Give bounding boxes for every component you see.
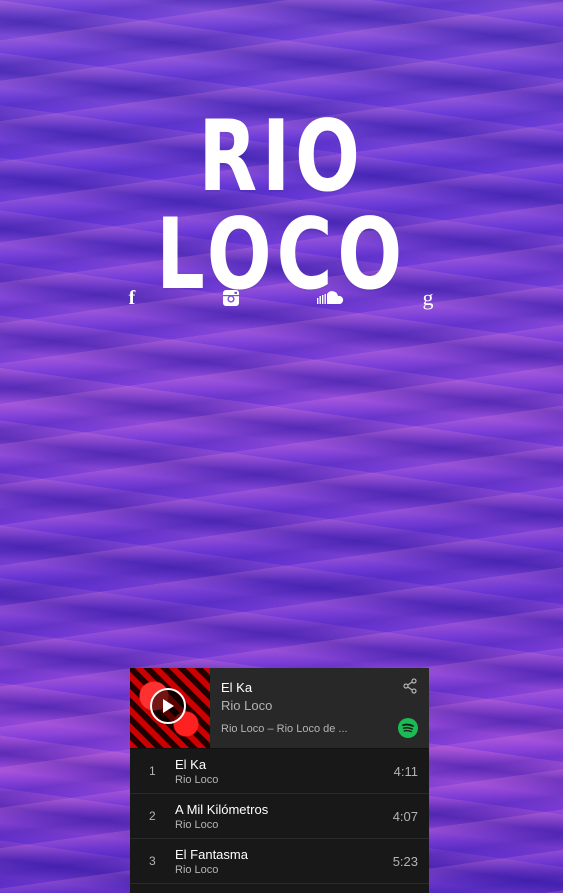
social-links: f g: [0, 285, 563, 311]
google-link[interactable]: g: [415, 285, 441, 311]
soundcloud-link[interactable]: [315, 285, 345, 311]
track-number: 1: [149, 764, 156, 778]
soundcloud-icon: [317, 291, 344, 304]
hero-title: RIO LOCO: [156, 100, 407, 312]
track-title: A Mil Kilómetros: [175, 802, 269, 817]
player-header: El Ka Rio Loco Rio Loco – Rio Loco de ..…: [130, 668, 429, 749]
track-row[interactable]: 1 El Ka Rio Loco 4:11: [130, 749, 429, 794]
spotify-icon: [402, 723, 414, 733]
instagram-icon: [223, 290, 239, 306]
play-icon: [163, 699, 174, 713]
track-number: 3: [149, 854, 156, 868]
track-artist: Rio Loco: [175, 819, 219, 831]
now-playing-title[interactable]: El Ka: [221, 680, 252, 695]
track-list: 1 El Ka Rio Loco 4:11 2 A Mil Kilómetros…: [130, 749, 429, 884]
album-cover: [130, 668, 210, 748]
share-icon: [403, 678, 417, 694]
google-icon: g: [422, 285, 434, 310]
facebook-icon: f: [128, 286, 136, 309]
track-duration: 5:23: [392, 854, 418, 869]
play-button[interactable]: [150, 688, 186, 724]
facebook-link[interactable]: f: [119, 285, 145, 311]
track-artist: Rio Loco: [175, 864, 219, 876]
spotify-player: El Ka Rio Loco Rio Loco – Rio Loco de ..…: [130, 668, 429, 893]
track-number: 2: [149, 809, 156, 823]
track-title: El Ka: [175, 757, 207, 772]
track-row[interactable]: 2 A Mil Kilómetros Rio Loco 4:07: [130, 794, 429, 839]
track-row[interactable]: 3 El Fantasma Rio Loco 5:23: [130, 839, 429, 884]
track-duration: 4:07: [392, 809, 418, 824]
track-artist: Rio Loco: [175, 774, 219, 786]
instagram-link[interactable]: [218, 285, 244, 311]
share-button[interactable]: [402, 678, 418, 694]
track-duration: 4:11: [393, 764, 418, 779]
track-title: El Fantasma: [175, 847, 248, 862]
now-playing-artist[interactable]: Rio Loco: [221, 698, 272, 713]
spotify-logo[interactable]: [398, 718, 418, 738]
now-playing-album[interactable]: Rio Loco – Rio Loco de ...: [221, 723, 361, 735]
